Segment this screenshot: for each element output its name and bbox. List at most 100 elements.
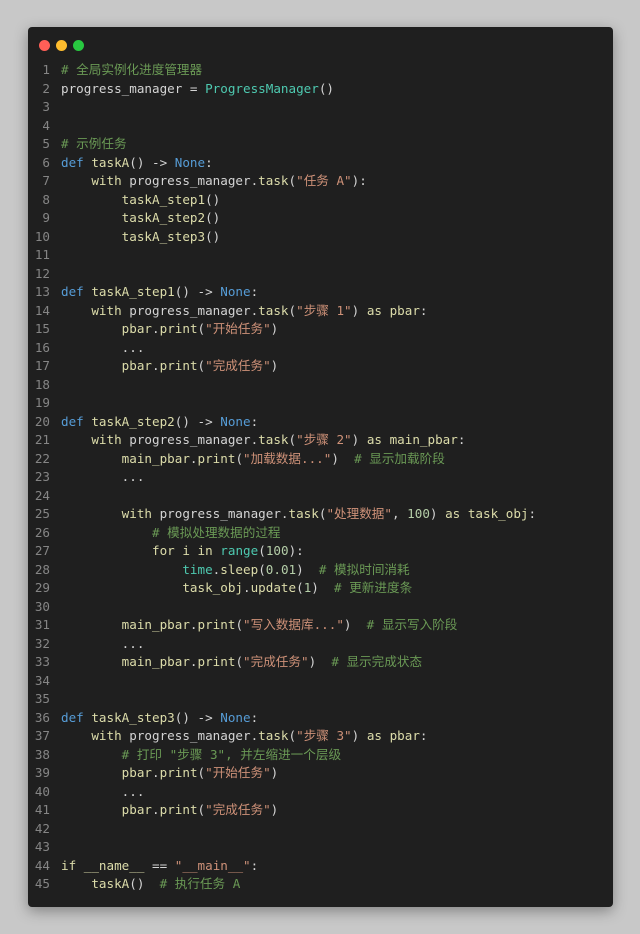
code-token: with	[91, 302, 122, 318]
code-token: ()	[129, 876, 160, 891]
code-token: )	[308, 654, 332, 669]
code-token: "步骤 1"	[296, 302, 352, 318]
code-line: 24	[28, 487, 61, 506]
code-token: pbar	[389, 728, 420, 743]
code-token: print	[159, 321, 198, 336]
code-token: .	[189, 617, 198, 632]
line-number: 8	[42, 191, 50, 207]
line-number: 39	[34, 765, 50, 780]
close-window-button[interactable]	[39, 40, 50, 51]
code-token: "任务 A"	[296, 173, 352, 188]
code-token: taskA_step3	[121, 228, 206, 244]
code-token: pbar	[121, 358, 153, 373]
line-number: 29	[34, 580, 50, 595]
minimize-window-button[interactable]	[56, 40, 67, 51]
code-token: with	[91, 432, 122, 447]
code-line: 28 time.sleep(0.01) # 模拟时间消耗	[28, 561, 410, 580]
code-token: taskA_step2	[91, 413, 175, 429]
code-line: 10 taskA_step3()	[28, 228, 220, 247]
line-number: 41	[34, 802, 50, 817]
code-line: 22 main_pbar.print("加载数据...") # 显示加载阶段	[28, 450, 445, 469]
code-token: )	[351, 432, 367, 447]
code-token: # 显示完成状态	[331, 654, 423, 669]
code-token: time	[182, 561, 213, 577]
code-token: )	[270, 802, 279, 817]
code-line: 39 pbar.print("开始任务")	[28, 764, 278, 783]
code-token: task	[258, 432, 289, 447]
code-line: 6 def taskA() -> None:	[28, 154, 212, 173]
code-token: ()	[318, 80, 334, 96]
code-token: :	[419, 728, 428, 743]
line-number: 13	[34, 284, 50, 299]
code-token: i	[182, 543, 190, 558]
code-line: 45 taskA() # 执行任务 A	[28, 875, 241, 894]
code-token: )	[270, 358, 279, 373]
code-token: # 执行任务 A	[159, 876, 241, 891]
code-line: 14 with progress_manager.task("步骤 1") as…	[28, 302, 428, 321]
code-token: "写入数据库..."	[243, 617, 344, 632]
line-number: 17	[34, 358, 50, 373]
code-token: ()	[205, 191, 221, 207]
code-token: taskA_step3	[91, 709, 175, 725]
line-number: 20	[34, 413, 50, 429]
code-token: print	[159, 802, 198, 817]
code-token: progress_manager.	[152, 506, 289, 521]
code-token: progress_manager.	[121, 173, 259, 188]
code-token: ()	[205, 228, 221, 244]
code-token: )	[270, 321, 279, 336]
code-token: with	[121, 506, 153, 521]
zoom-window-button[interactable]	[73, 40, 84, 51]
code-token: (	[197, 321, 206, 336]
code-token: )	[311, 580, 335, 595]
line-number: 31	[34, 617, 50, 632]
line-number: 11	[34, 247, 50, 262]
code-token: def	[61, 284, 84, 299]
line-number: 38	[34, 746, 50, 762]
code-token: ...	[61, 339, 145, 355]
code-token: (	[235, 617, 244, 632]
code-line: 38 # 打印 "步骤 3", 并左缩进一个层级	[28, 746, 341, 765]
code-token: in	[197, 543, 213, 558]
code-line: 25 with progress_manager.task("处理数据", 10…	[28, 505, 536, 524]
code-token: (	[197, 765, 206, 780]
code-token: )	[429, 506, 446, 521]
code-token: "步骤 3"	[296, 728, 352, 743]
code-token: # 示例任务	[61, 136, 127, 151]
code-token: (	[235, 654, 244, 669]
line-number: 5	[42, 136, 50, 151]
code-token: )	[270, 765, 279, 780]
code-token: ):	[288, 543, 304, 558]
code-token: .	[243, 580, 251, 595]
code-token: None	[220, 413, 251, 429]
line-number: 23	[34, 469, 50, 484]
code-line: 32 ...	[28, 635, 145, 654]
code-line: 11	[28, 246, 61, 265]
code-token: range	[220, 543, 259, 558]
code-line: 8 taskA_step1()	[28, 191, 220, 210]
code-line: 42	[28, 820, 61, 839]
code-line: 4	[28, 117, 61, 136]
code-token: )	[351, 728, 367, 743]
code-line: 34	[28, 672, 61, 691]
code-token: taskA_step1	[91, 284, 175, 299]
code-line: 20 def taskA_step2() -> None:	[28, 413, 258, 432]
code-token: )	[331, 450, 355, 466]
code-line: 41 pbar.print("完成任务")	[28, 801, 278, 820]
code-token: )	[343, 617, 367, 632]
code-token: (	[288, 302, 297, 318]
code-line: 21 with progress_manager.task("步骤 2") as…	[28, 431, 466, 450]
code-token: # 显示写入阶段	[366, 617, 458, 632]
code-token: as	[445, 506, 461, 521]
code-line: 44 if __name__ == "__main__":	[28, 857, 258, 876]
